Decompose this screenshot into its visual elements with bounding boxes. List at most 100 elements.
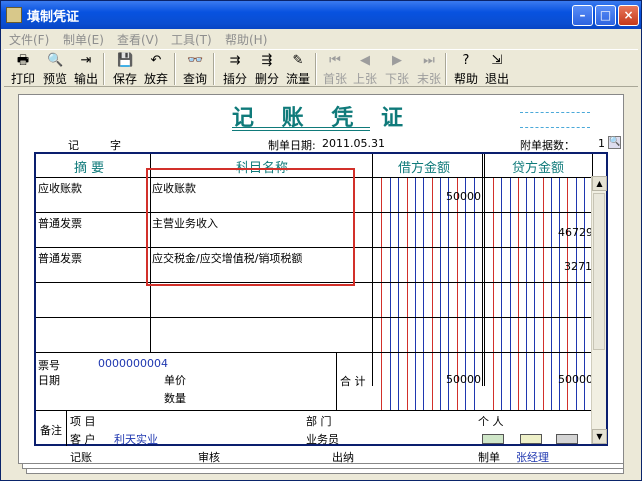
toolbar-label: 退出 [484,72,509,86]
voucher-number-label: 字 [110,139,121,152]
insert-row-icon: ⇉ [229,53,241,68]
toolbar-help-button[interactable]: ? 帮助 [451,52,481,86]
quantity-label: 数量 [164,392,186,405]
menu-bar: 文件(F) 制单(E) 查看(V) 工具(T) 帮助(H) [1,29,641,48]
toolbar-separator [315,53,317,85]
bookkeeping-label: 记账 [70,451,92,464]
next-icon: ▶ [392,53,402,68]
maker-label: 制单 [478,451,500,464]
attachment-count[interactable]: 1 [598,137,605,150]
binoculars-icon: 👓 [187,53,204,68]
row1-debit[interactable]: 50000 [446,190,481,203]
scroll-thumb[interactable] [593,193,605,350]
vertical-scrollbar[interactable]: ▲ ▼ [591,176,607,444]
toolbar-preview-button[interactable]: 🔍 预览 [40,52,70,86]
toolbar-delete-row-button[interactable]: ⇶ 删分 [252,52,282,86]
row-divider [36,410,606,411]
header-summary: 摘 要 [74,161,105,176]
title-bar[interactable]: 填制凭证 – □ × [1,1,641,29]
toolbar-label: 打印 [10,72,35,86]
date-row-label: 日期 [38,374,60,387]
attachment-label: 附单据数： [520,139,575,152]
toolbar-last-button[interactable]: ⏭ 末张 [414,52,444,86]
toolbar-insert-row-button[interactable]: ⇉ 插分 [220,52,250,86]
row-divider [36,317,592,318]
highlight-box [146,168,355,286]
delete-row-icon: ⇶ [261,53,273,68]
toolbar-label: 删分 [254,72,279,86]
person-label: 个 人 [478,415,504,428]
app-icon [6,7,22,23]
toolbar-label: 放弃 [143,72,168,86]
customer-value[interactable]: 利天实业 [114,431,158,447]
voucher-date[interactable]: 2011.05.31 [322,137,385,150]
pen-icon[interactable] [556,434,578,444]
toolbar-undo-button[interactable]: ↶ 放弃 [141,52,171,86]
unit-price-label: 单价 [164,374,186,387]
total-debit: 50000 [446,373,481,386]
toolbar-label: 预览 [42,72,67,86]
scroll-up-icon[interactable]: ▲ [592,176,607,191]
search-icon[interactable]: 🔍 [608,136,621,149]
window-title: 填制凭证 [27,10,80,25]
cashier-label: 出纳 [332,451,354,464]
printer-icon: 🖶 [16,53,30,68]
minimize-button[interactable]: – [572,5,593,26]
keyboard-icon[interactable] [520,434,542,444]
toolbar-separator [445,53,447,85]
total-credit: 50000 [558,373,593,386]
scroll-down-icon[interactable]: ▼ [592,429,607,444]
toolbar-export-button[interactable]: ⇥ 输出 [71,52,101,86]
first-icon: ⏮ [329,53,341,68]
close-button[interactable]: × [618,5,639,26]
toolbar-flow-button[interactable]: ✎ 流量 [283,52,313,86]
toolbar-label: 末张 [416,72,441,86]
remarks-label: 备注 [40,424,62,437]
toolbar-label: 保存 [112,72,137,86]
row-divider [36,352,606,353]
salesman-label: 业务员 [306,433,339,446]
toolbar-next-button[interactable]: ▶ 下张 [382,52,412,86]
col-divider [66,410,67,446]
header-credit: 贷方金额 [512,161,565,176]
row2-summary[interactable]: 普通发票 [38,215,82,231]
flow-icon: ✎ [292,53,304,68]
menu-help[interactable]: 帮助(H) [225,31,267,48]
toolbar-printer-button[interactable]: 🖶 打印 [8,52,38,86]
maker-name: 张经理 [516,451,549,464]
audit-label: 审核 [198,451,220,464]
row2-credit[interactable]: 46729 [558,226,593,239]
toolbar-label: 流量 [285,72,310,86]
total-label: 合 计 [340,375,366,388]
paper-shadow [26,469,624,474]
toolbar-separator [103,53,105,85]
date-label: 制单日期: [268,139,316,152]
voucher-type[interactable]: 记 [68,137,79,153]
exit-icon: ⇲ [491,53,503,68]
ticket-no[interactable]: 0000000004 [98,357,168,370]
menu-tools[interactable]: 工具(T) [171,31,212,48]
voucher-number-field[interactable] [520,112,590,128]
toolbar-label: 输出 [73,72,98,86]
undo-icon: ↶ [150,53,162,68]
menu-make[interactable]: 制单(E) [63,31,104,48]
toolbar: 🖶 打印 🔍 预览 ⇥ 输出 💾 保存 ↶ 放弃 👓 查询 ⇉ 插分 ⇶ 删分 ✎ 流量 ⏮ 首张 ◀ 上张 ▶ 下张 ⏭ 末张?… [4,49,638,87]
toolbar-first-button[interactable]: ⏮ 首张 [320,52,350,86]
toolbar-exit-button[interactable]: ⇲ 退出 [482,52,512,86]
prev-icon: ◀ [360,53,370,68]
last-icon: ⏭ [423,53,435,68]
toolbar-label: 帮助 [453,72,478,86]
card-icon[interactable] [482,434,504,444]
row3-credit[interactable]: 3271 [564,260,592,273]
toolbar-save-button[interactable]: 💾 保存 [110,52,140,86]
toolbar-binoculars-button[interactable]: 👓 查询 [180,52,210,86]
col-divider [336,352,337,410]
menu-view[interactable]: 查看(V) [117,31,159,48]
project-label: 项 目 [70,415,96,428]
row3-summary[interactable]: 普通发票 [38,250,82,266]
maximize-button[interactable]: □ [595,5,616,26]
toolbar-prev-button[interactable]: ◀ 上张 [350,52,380,86]
title-underline [232,130,370,131]
menu-file[interactable]: 文件(F) [9,31,49,48]
row1-summary[interactable]: 应收账款 [38,180,82,196]
